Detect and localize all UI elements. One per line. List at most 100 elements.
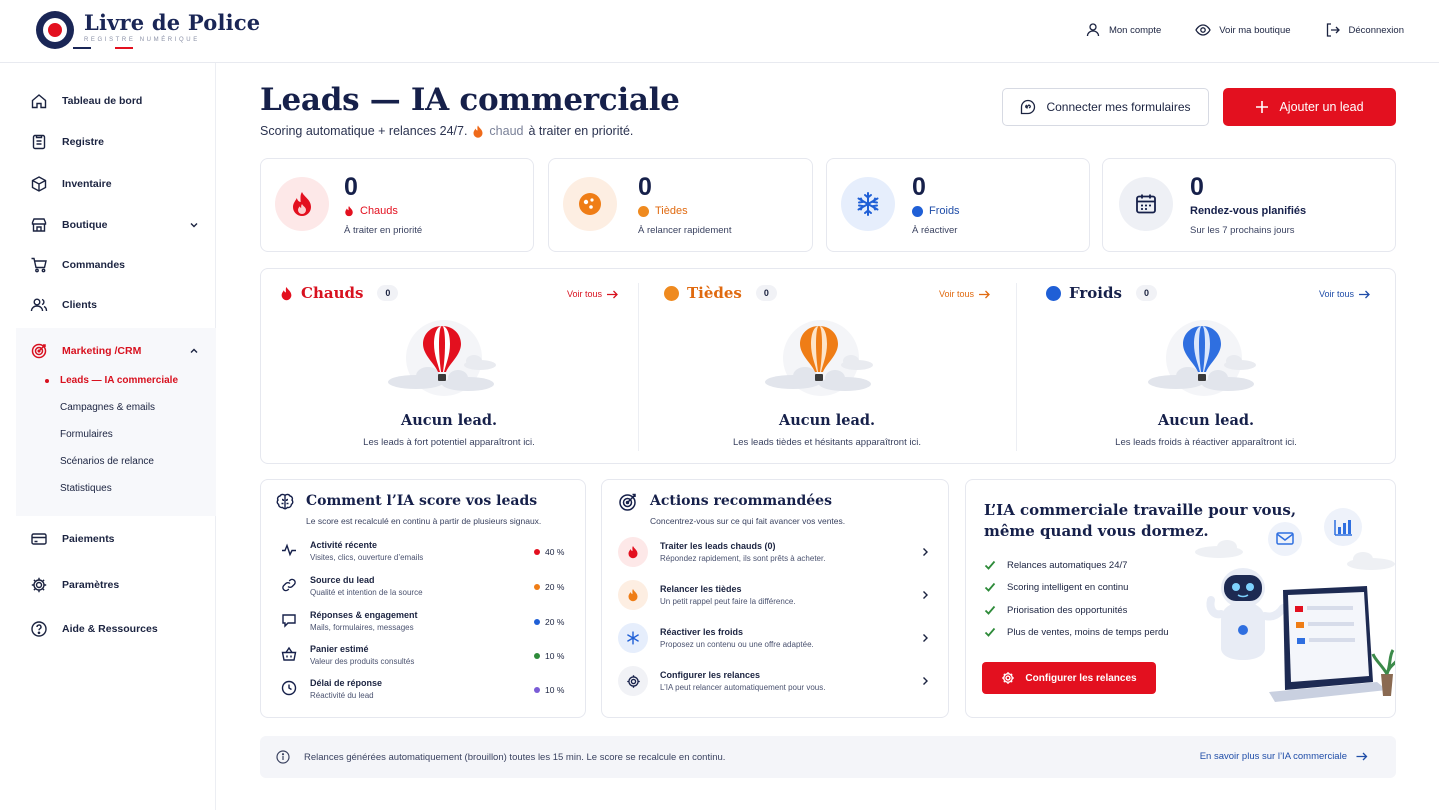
actions-card: Actions recommandées Concentrez-vous sur… xyxy=(601,479,949,718)
signal-weight: 10 % xyxy=(534,651,564,661)
box-icon xyxy=(31,176,47,192)
sidebar-item-marketing-crm[interactable]: Marketing /CRM xyxy=(30,342,200,360)
footer-info-bar: Relances générées automatiquement (broui… xyxy=(260,736,1396,778)
scoring-subtitle: Le score est recalculé en continu à part… xyxy=(306,516,542,526)
check-icon xyxy=(984,560,996,570)
active-dot xyxy=(45,379,49,383)
chart-icon xyxy=(1324,508,1362,546)
chevron-right-icon xyxy=(923,677,928,685)
stat-desc: À réactiver xyxy=(912,225,958,236)
configure-reminders-button[interactable]: Configurer les relances xyxy=(982,662,1156,694)
stat-desc: Sur les 7 prochains jours xyxy=(1190,225,1295,236)
stat-card-hot[interactable]: 0 Chauds À traiter en priorité xyxy=(260,158,534,252)
sidebar-item-label: Clients xyxy=(62,299,98,311)
stat-label-text: Froids xyxy=(929,205,960,217)
signal-row: Activité récente Visites, clics, ouvertur… xyxy=(281,540,423,562)
stat-value: 0 xyxy=(1190,173,1204,201)
sidebar-subitem-leads[interactable]: Leads — IA commerciale xyxy=(60,375,178,386)
action-title: Configurer les relances xyxy=(660,670,761,680)
sidebar-item-clients[interactable]: Clients xyxy=(30,296,200,314)
brand-logo[interactable]: Livre de Police REGISTRE NUMÉRIQUE xyxy=(36,11,260,49)
see-all-hot-link[interactable]: Voir tous xyxy=(567,289,618,299)
see-all-warm-link[interactable]: Voir tous xyxy=(939,289,990,299)
stat-desc: À relancer rapidement xyxy=(638,225,732,236)
column-title: Froids xyxy=(1069,284,1122,302)
check-icon xyxy=(984,582,996,592)
chevron-up-icon[interactable] xyxy=(188,345,200,357)
store-icon xyxy=(31,218,47,232)
action-item-cold[interactable]: Réactiver les froids Proposez un contenu … xyxy=(618,623,930,653)
learn-more-link[interactable]: En savoir plus sur l’IA commerciale xyxy=(1200,751,1368,762)
signal-pct: 20 % xyxy=(545,617,565,627)
stat-card-cold[interactable]: 0 Froids À réactiver xyxy=(826,158,1090,252)
balloon-icon xyxy=(1148,320,1256,396)
gear-icon xyxy=(618,666,648,696)
stat-label-text: Tièdes xyxy=(655,205,688,217)
see-all-label: Voir tous xyxy=(938,289,974,299)
stat-card-meetings[interactable]: 0 Rendez-vous planifiés Sur les 7 procha… xyxy=(1102,158,1396,252)
home-icon xyxy=(31,94,47,109)
check-icon xyxy=(984,627,996,637)
stat-label-text: Chauds xyxy=(360,205,398,217)
add-lead-button[interactable]: Ajouter un lead xyxy=(1223,88,1396,126)
stat-label: Rendez-vous planifiés xyxy=(1190,205,1306,217)
sidebar-item-aide[interactable]: Aide & Ressources xyxy=(30,620,200,638)
sidebar-subitem-campagnes[interactable]: Campagnes & emails xyxy=(60,402,155,413)
feature-text: Plus de ventes, moins de temps perdu xyxy=(1007,626,1169,638)
gear-icon xyxy=(1002,672,1015,684)
snowflake-icon xyxy=(841,177,895,231)
stat-card-warm[interactable]: 0 Tièdes À relancer rapidement xyxy=(548,158,813,252)
red-dot-icon xyxy=(534,549,540,555)
see-all-cold-link[interactable]: Voir tous xyxy=(1319,289,1370,299)
chevron-down-icon[interactable] xyxy=(188,219,200,231)
action-title: Traiter les leads chauds (0) xyxy=(660,541,776,551)
users-icon xyxy=(30,298,48,312)
flame-icon xyxy=(618,537,648,567)
connect-forms-button[interactable]: Connecter mes formulaires xyxy=(1002,88,1209,126)
chevron-right-icon xyxy=(923,548,928,556)
sidebar-item-parametres[interactable]: Paramètres xyxy=(30,576,200,594)
sidebar-item-registre[interactable]: Registre xyxy=(30,133,200,151)
sidebar-item-paiements[interactable]: Paiements xyxy=(30,530,200,548)
cart-icon xyxy=(31,257,47,273)
sidebar-subitem-statistiques[interactable]: Statistiques xyxy=(60,483,112,494)
feature-text: Relances automatiques 24/7 xyxy=(1007,559,1128,571)
configure-reminders-label: Configurer les relances xyxy=(1025,672,1137,684)
sidebar-subitem-scenarios[interactable]: Scénarios de relance xyxy=(60,456,154,467)
gear-icon xyxy=(31,577,47,593)
sidebar-item-boutique[interactable]: Boutique xyxy=(30,216,200,234)
page-subtitle: Scoring automatique + relances 24/7. cha… xyxy=(260,124,633,138)
blue-dot-icon xyxy=(912,205,923,217)
column-count: 0 xyxy=(755,285,777,301)
logout-link[interactable]: Déconnexion xyxy=(1325,22,1404,38)
sidebar-item-inventaire[interactable]: Inventaire xyxy=(30,175,200,193)
empty-desc: Les leads tièdes et hésitants apparaîtro… xyxy=(732,437,921,448)
blue-dot-icon xyxy=(1046,285,1061,301)
laptop-icon xyxy=(1269,586,1387,702)
stat-value: 0 xyxy=(638,173,652,201)
sidebar-item-label: Aide & Ressources xyxy=(62,623,158,635)
user-icon xyxy=(1086,23,1100,37)
action-item-configure[interactable]: Configurer les relances L’IA peut relance… xyxy=(618,666,930,696)
account-link[interactable]: Mon compte xyxy=(1085,22,1161,38)
sidebar-item-commandes[interactable]: Commandes xyxy=(30,256,200,274)
column-warm: Tièdes 0 Voir tous Aucun lead. Les leads… xyxy=(638,268,1016,464)
card-icon xyxy=(31,533,47,545)
sidebar-subitem-formulaires[interactable]: Formulaires xyxy=(60,429,113,440)
action-item-warm[interactable]: Relancer les tièdes Un petit rappel peut … xyxy=(618,580,930,610)
view-shop-link[interactable]: Voir ma boutique xyxy=(1195,22,1291,38)
signal-desc: Visites, clics, ouverture d’emails xyxy=(310,553,424,562)
sidebar-item-label: Paramètres xyxy=(62,579,120,591)
sidebar-item-dashboard[interactable]: Tableau de bord xyxy=(30,92,200,110)
calendar-icon xyxy=(1119,177,1173,231)
column-hot: Chauds 0 Voir tous Aucun lead. Les leads… xyxy=(260,268,638,464)
signal-weight: 10 % xyxy=(534,685,564,695)
orange-ball-icon xyxy=(563,177,617,231)
plus-icon xyxy=(1256,101,1269,113)
empty-title: Aucun lead. xyxy=(400,412,498,429)
signal-pct: 10 % xyxy=(545,651,565,661)
arrow-right-icon xyxy=(1356,752,1368,761)
stat-label: Tièdes xyxy=(638,205,688,217)
action-item-hot[interactable]: Traiter les leads chauds (0) Répondez rap… xyxy=(618,537,930,567)
info-icon xyxy=(276,750,290,764)
